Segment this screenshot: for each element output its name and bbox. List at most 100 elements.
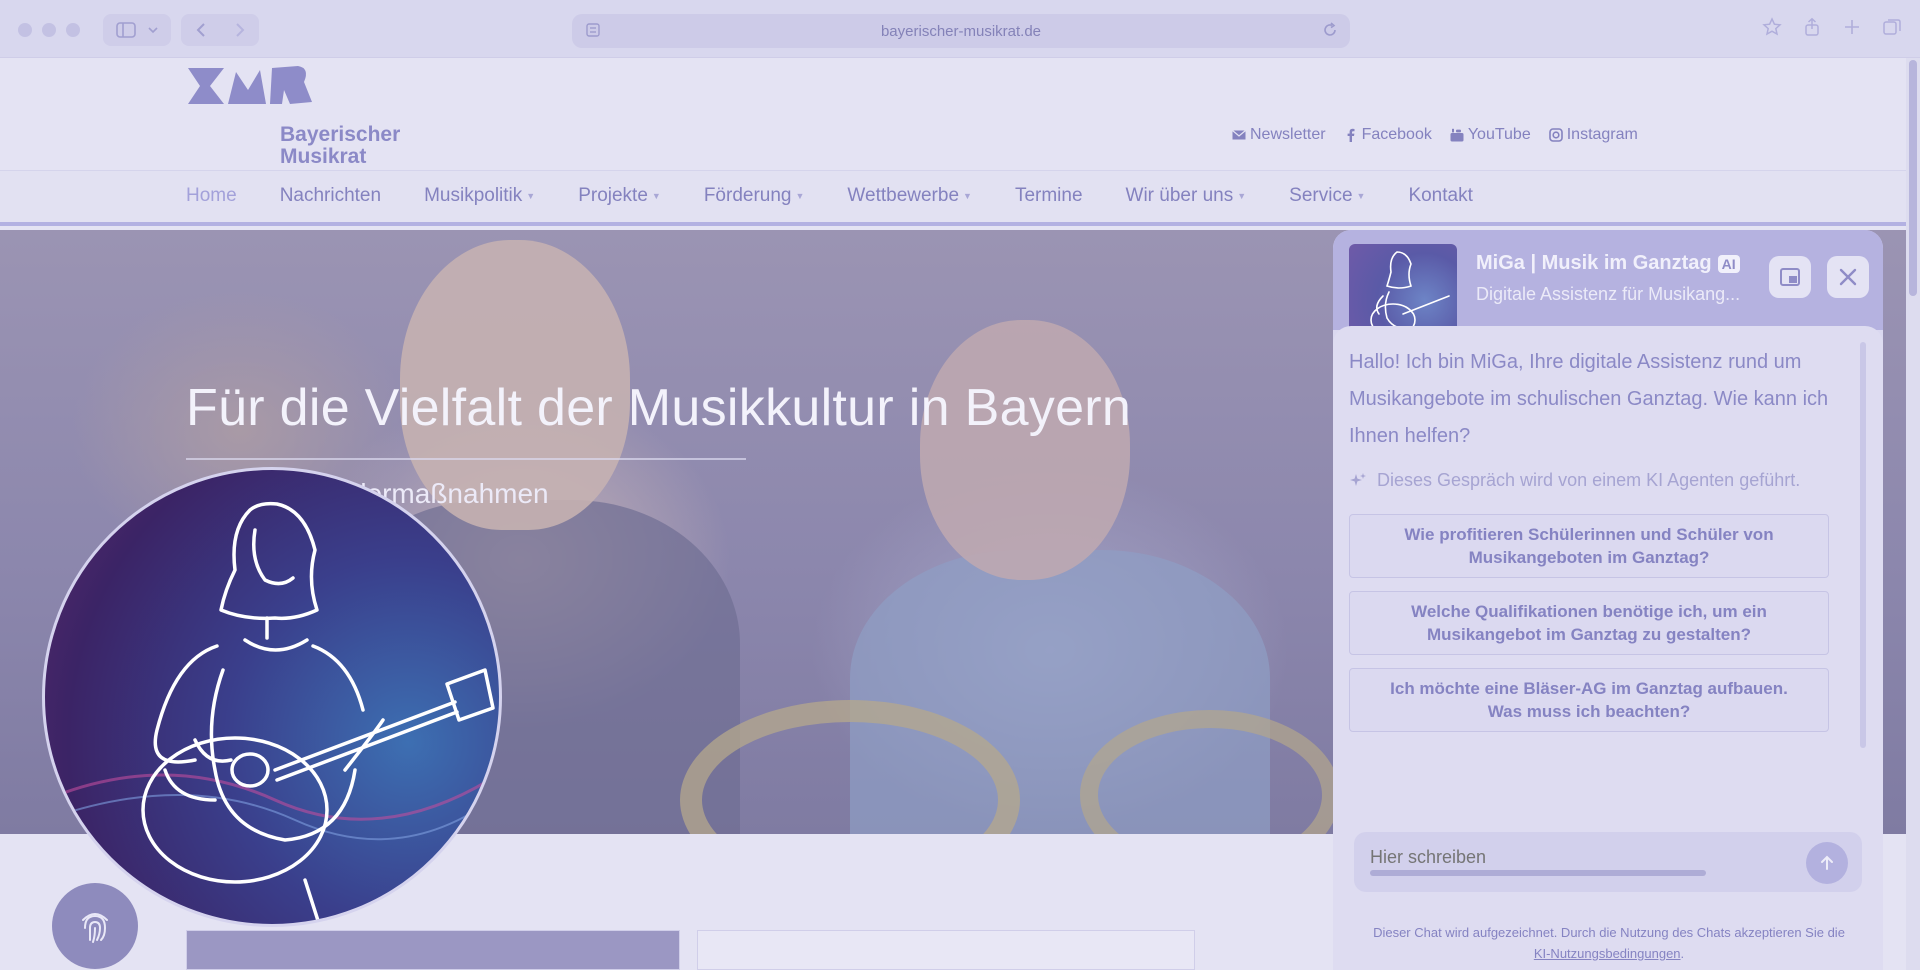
nav-label: Wettbewerbe: [847, 185, 960, 206]
guitarist-illustration-icon: [45, 501, 499, 924]
suggestion-button[interactable]: Wie profitieren Schülerinnen und Schüler…: [1349, 514, 1829, 578]
youtube-icon: [1450, 128, 1464, 142]
envelope-icon: [1232, 130, 1246, 140]
nav-label: Termine: [1014, 185, 1083, 206]
youtube-link[interactable]: YouTube: [1450, 126, 1531, 144]
suggestion-button[interactable]: Welche Qualifikationen benötige ich, um …: [1349, 591, 1829, 655]
minimize-window-button[interactable]: [42, 23, 56, 37]
sidebar-icon: [116, 22, 136, 38]
content-card[interactable]: [186, 930, 680, 970]
facebook-icon: [1347, 128, 1355, 142]
forward-icon[interactable]: [234, 22, 246, 38]
chat-subtitle: Digitale Assistenz für Musikang...: [1476, 284, 1741, 304]
nav-label: Musikpolitik: [424, 185, 523, 206]
ki-terms-link[interactable]: KI-Nutzungsbedingungen: [1534, 946, 1681, 961]
close-icon: [1839, 268, 1857, 286]
browser-toolbar: bayerischer-musikrat.de: [0, 0, 1920, 58]
chat-title-text: MiGa | Musik im Ganztag: [1476, 252, 1712, 274]
browser-actions: [1762, 17, 1902, 37]
suggestion-button[interactable]: Ich möchte eine Bläser-AG im Ganztag auf…: [1349, 668, 1829, 732]
message-input[interactable]: [1370, 842, 1790, 872]
nav-item-foerderung[interactable]: Förderung ▼: [704, 185, 805, 207]
hero-photo-figure: [920, 320, 1130, 580]
youtube-label: YouTube: [1467, 126, 1531, 143]
new-tab-icon[interactable]: [1842, 17, 1862, 37]
sparkle-icon: [1350, 472, 1366, 486]
chevron-down-icon: ▼: [1356, 191, 1366, 201]
newsletter-label: Newsletter: [1250, 126, 1326, 143]
nav-label: Nachrichten: [279, 185, 382, 206]
disclaimer-text: Dieser Chat wird aufgezeichnet. Durch di…: [1373, 925, 1845, 940]
nav-label: Projekte: [578, 185, 648, 206]
nav-label: Förderung: [703, 185, 792, 206]
share-icon[interactable]: [1802, 17, 1822, 37]
privacy-settings-button[interactable]: [52, 883, 138, 969]
instagram-label: Instagram: [1566, 126, 1638, 143]
picture-in-picture-icon: [1780, 268, 1800, 286]
reload-icon[interactable]: [1322, 22, 1338, 38]
ai-agent-notice: Dieses Gespräch wird von einem KI Agente…: [1349, 470, 1800, 491]
bmr-logo-mark: [188, 66, 312, 104]
content-card[interactable]: [697, 930, 1195, 970]
newsletter-link[interactable]: Newsletter: [1232, 126, 1326, 144]
chat-launcher-avatar[interactable]: [42, 467, 502, 927]
chat-title: MiGa | Musik im Ganztag AI: [1476, 252, 1740, 275]
nav-item-wir-ueber-uns[interactable]: Wir über uns ▼: [1126, 185, 1247, 207]
nav-item-nachrichten[interactable]: Nachrichten: [280, 185, 381, 207]
instagram-icon: [1548, 128, 1563, 142]
scrollbar-thumb[interactable]: [1909, 60, 1917, 296]
nav-item-wettbewerbe[interactable]: Wettbewerbe ▼: [847, 185, 972, 207]
close-chat-button[interactable]: [1827, 256, 1869, 298]
tab-overview-icon[interactable]: [1882, 17, 1902, 37]
hero-divider: [186, 458, 746, 460]
page-settings-icon[interactable]: [586, 23, 600, 37]
nav-item-kontakt[interactable]: Kontakt: [1408, 185, 1472, 207]
facebook-link[interactable]: Facebook: [1344, 126, 1432, 144]
nav-item-musikpolitik[interactable]: Musikpolitik ▼: [424, 185, 535, 207]
send-button[interactable]: [1806, 842, 1848, 884]
sidebar-toggle-button[interactable]: [103, 14, 171, 46]
guitarist-thumbnail-icon: [1370, 251, 1450, 337]
disclaimer-end: .: [1680, 946, 1685, 961]
logo-text-line2: Musikrat: [280, 145, 367, 168]
logo-text: Bayerischer Musikrat: [280, 124, 400, 168]
social-links: Newsletter Facebook YouTube Instagram: [1232, 126, 1638, 144]
chevron-down-icon: ▼: [795, 191, 805, 201]
input-loading-bar: [1370, 870, 1706, 876]
bot-greeting-message: Hallo! Ich bin MiGa, Ihre digitale Assis…: [1349, 351, 1829, 447]
zoom-window-button[interactable]: [66, 23, 80, 37]
close-window-button[interactable]: [18, 23, 32, 37]
page-scrollbar[interactable]: [1906, 58, 1920, 970]
address-bar[interactable]: bayerischer-musikrat.de: [572, 14, 1350, 48]
nav-item-home[interactable]: Home: [186, 185, 237, 207]
chat-bot-avatar: [1349, 244, 1457, 338]
chevron-down-icon: ▼: [526, 191, 536, 201]
facebook-label: Facebook: [1361, 126, 1432, 143]
hero-title: Für die Vielfalt der Musikkultur in Baye…: [186, 379, 1132, 437]
instagram-link[interactable]: Instagram: [1548, 126, 1638, 144]
window-controls: [18, 23, 80, 37]
chevron-down-icon: ▼: [963, 191, 972, 201]
url-text: bayerischer-musikrat.de: [880, 22, 1042, 40]
chat-disclaimer: Dieser Chat wird aufgezeichnet. Durch di…: [1349, 922, 1869, 964]
nav-item-projekte[interactable]: Projekte ▼: [578, 185, 661, 207]
chevron-down-icon: [148, 27, 158, 34]
arrow-up-icon: [1821, 855, 1833, 870]
back-icon[interactable]: [195, 22, 207, 38]
nav-label: Service: [1289, 185, 1353, 206]
nav-item-service[interactable]: Service ▼: [1289, 185, 1365, 207]
chat-body: Hallo! Ich bin MiGa, Ihre digitale Assis…: [1333, 326, 1883, 970]
message-composer: [1354, 832, 1862, 892]
bmr-logo[interactable]: Bayerischer Musikrat: [186, 62, 406, 170]
chevron-down-icon: ▼: [1237, 191, 1247, 201]
picture-in-picture-button[interactable]: [1769, 256, 1811, 298]
bookmark-star-icon[interactable]: [1762, 17, 1782, 37]
logo-text-line1: Bayerischer: [280, 123, 401, 146]
history-nav: [181, 14, 259, 46]
chevron-down-icon: ▼: [651, 191, 661, 201]
main-navigation: Home Nachrichten Musikpolitik ▼ Projekte ▼…: [0, 170, 1906, 226]
site-header: Bayerischer Musikrat Newsletter Facebook…: [0, 58, 1906, 170]
nav-item-termine[interactable]: Termine: [1015, 185, 1083, 207]
nav-label: Wir über uns: [1125, 185, 1234, 206]
chat-header: MiGa | Musik im Ganztag AI Digitale Assi…: [1333, 230, 1883, 338]
